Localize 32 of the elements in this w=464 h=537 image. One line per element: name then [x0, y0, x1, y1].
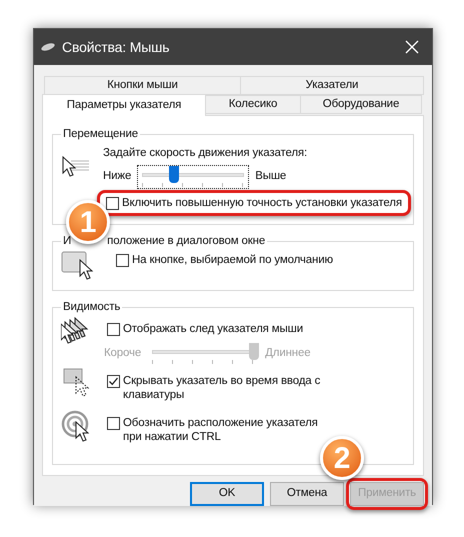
dialog-button[interactable]: Отмена: [270, 482, 344, 506]
slider[interactable]: [137, 164, 250, 188]
slider-min-label: Короче: [104, 346, 142, 362]
checkbox[interactable]: [116, 254, 129, 267]
tab[interactable]: Кнопки мыши: [44, 76, 241, 95]
group-title: Перемещение: [63, 127, 138, 142]
checkbox-label[interactable]: На кнопке, выбираемой по умолчанию: [132, 252, 333, 267]
slider-max-label: Выше: [255, 168, 286, 184]
checkbox-label[interactable]: Отображать след указателя мыши: [123, 322, 303, 336]
window-title: Свойства: Мышь: [62, 38, 170, 56]
dialog-button[interactable]: OK: [190, 482, 264, 506]
tab[interactable]: Колесико: [206, 95, 301, 114]
speed-prompt: Задайте скорость движения указателя:: [103, 146, 308, 162]
group-title: Видимость: [63, 300, 120, 315]
checkbox-label[interactable]: Обозначить расположение указателя при нажатии CTRL: [123, 416, 323, 444]
close-icon: [405, 40, 419, 54]
group-title: положение в диалоговом окне: [107, 234, 266, 248]
slider-max-label: Длиннее: [265, 346, 310, 362]
slider-thumb[interactable]: [168, 166, 179, 182]
fast-pointer-icon: [61, 153, 91, 180]
checkbox[interactable]: [106, 196, 119, 210]
checkbox[interactable]: [107, 323, 120, 336]
checkbox[interactable]: [107, 417, 120, 430]
tab[interactable]: Указатели: [241, 76, 424, 95]
tab[interactable]: Оборудование: [301, 95, 422, 114]
mouse-icon: [40, 42, 56, 52]
button-pointer-icon: [61, 250, 95, 280]
tab[interactable]: Параметры указателя: [42, 94, 206, 116]
checkbox[interactable]: [107, 375, 120, 388]
checkbox-label[interactable]: Скрывать указатель во время ввода с клавиатуры: [123, 374, 373, 402]
checkbox-label[interactable]: Включить повышенную точность установки указателя: [122, 196, 402, 210]
slider-min-label: Ниже: [103, 168, 132, 184]
